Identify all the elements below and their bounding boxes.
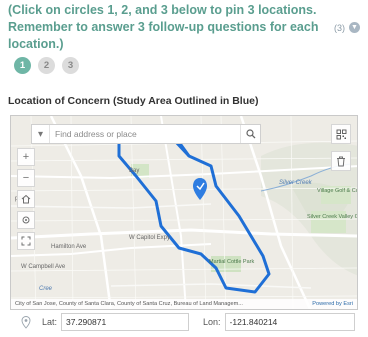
lon-label: Lon:	[203, 317, 221, 327]
map-label-silver-creek-club: Silver Creek Valley Country Club	[307, 214, 357, 220]
instructions-text: (Click on circles 1, 2, and 3 below to p…	[8, 2, 318, 53]
attribution-text: City of San Jose, County of Santa Clara,…	[15, 301, 243, 307]
counter-text: (3)	[334, 22, 345, 33]
search-input[interactable]	[50, 125, 240, 143]
qr-code-icon[interactable]	[331, 124, 351, 144]
map-label-w-campbell: W Campbell Ave	[21, 264, 66, 270]
map-label-w-capitol: W Capitol Expy	[129, 235, 171, 241]
map-label-village-golf: Village Golf & Country Club	[317, 188, 357, 194]
map-view[interactable]: pbell Hamilton Ave W Capitol Expy W Camp…	[10, 115, 358, 310]
map-label-cree: Cree	[39, 286, 53, 292]
powered-by-esri-link[interactable]: Powered by Esri	[312, 301, 353, 307]
zoom-out-button[interactable]: −	[17, 169, 35, 187]
step-3-button[interactable]: 3	[62, 57, 79, 74]
map-label-bay: Bay	[129, 168, 140, 174]
lat-input[interactable]	[61, 313, 190, 331]
lat-label: Lat:	[42, 317, 58, 327]
zoom-in-button[interactable]: +	[17, 148, 35, 166]
instructions-line-1: (Click on circles 1, 2, and 3 below to p…	[8, 3, 317, 17]
map-canvas[interactable]	[11, 116, 358, 310]
question-counter[interactable]: (3) ▼	[334, 22, 360, 33]
fullscreen-icon[interactable]	[17, 232, 35, 250]
map-label-silver-creek: Silver Creek	[279, 180, 312, 186]
home-icon[interactable]	[17, 190, 35, 208]
filter-chevron-icon[interactable]: ▾	[32, 125, 50, 143]
section-title: Location of Concern (Study Area Outlined…	[8, 95, 259, 107]
map-right-tools	[331, 124, 351, 174]
map-label-hamilton: Hamilton Ave	[51, 244, 87, 250]
location-pin-icon	[16, 315, 36, 329]
map-attribution: City of San Jose, County of Santa Clara,…	[11, 299, 357, 309]
chevron-down-icon[interactable]: ▼	[349, 22, 360, 33]
instructions-line-2: Remember to answer 3 follow-up questions…	[8, 20, 319, 34]
lon-input[interactable]	[224, 313, 355, 331]
locate-icon[interactable]	[17, 211, 35, 229]
step-1-button[interactable]: 1	[14, 57, 31, 74]
trash-icon[interactable]	[331, 151, 351, 171]
map-label-martial-cottle: Martial Cottle Park	[209, 259, 255, 265]
location-steps: 1 2 3	[14, 57, 79, 74]
step-2-button[interactable]: 2	[38, 57, 55, 74]
search-icon[interactable]	[240, 125, 260, 143]
instructions-line-3: location.)	[8, 37, 64, 51]
address-search[interactable]: ▾	[31, 124, 261, 144]
map-tools: + −	[17, 148, 35, 253]
coordinate-bar: Lat: Lon:	[10, 310, 358, 334]
